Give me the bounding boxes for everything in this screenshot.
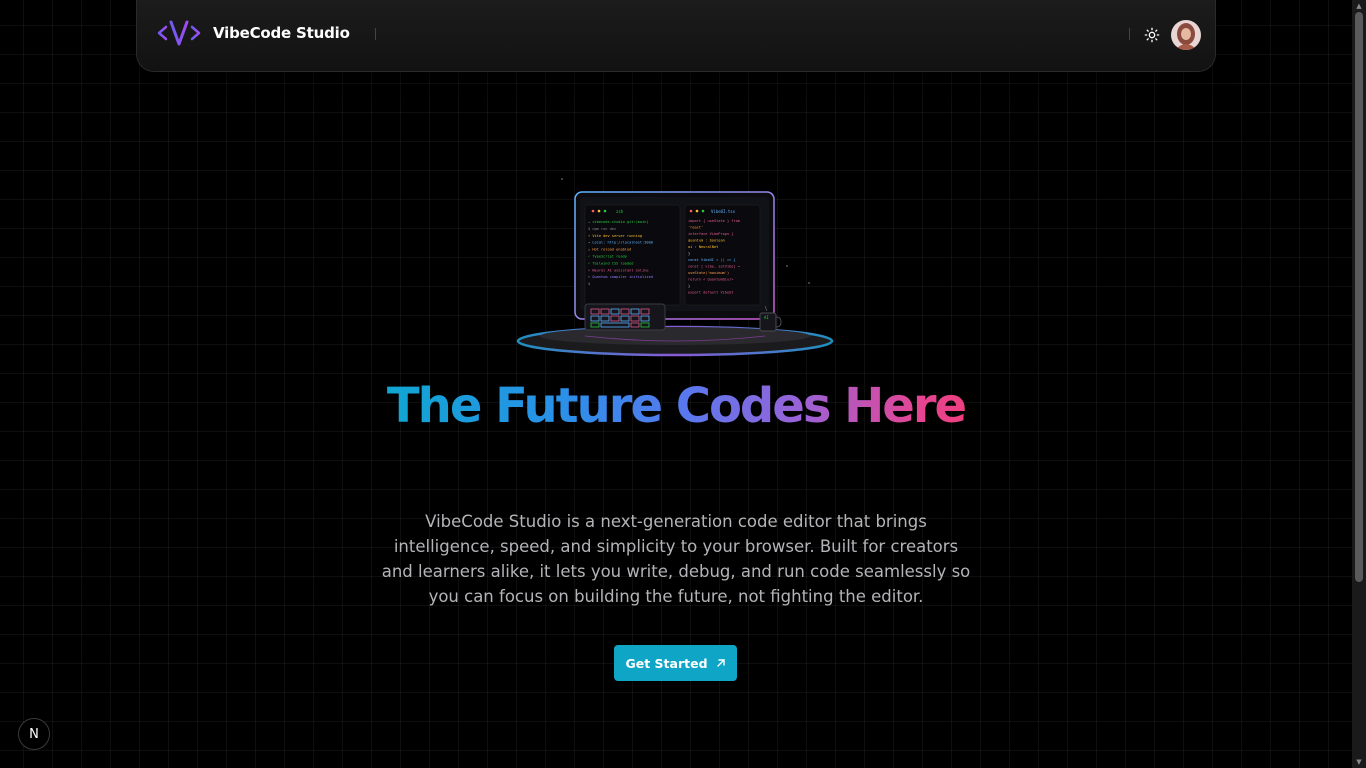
vibecode-logo-icon [157, 20, 201, 46]
user-avatar[interactable] [1171, 20, 1201, 50]
get-started-label: Get Started [625, 655, 708, 671]
scroll-down-arrow-icon[interactable]: ▼ [1355, 758, 1363, 766]
terminal-line: ⚡ Vite dev server running [588, 234, 642, 238]
hero-laptop-illustration: zsh → vibecode-studio git:(main) $ npm ru… [516, 178, 834, 357]
code-line: return < QuantumDiv/> [688, 278, 734, 282]
code-line: ai : NeuralNet [688, 245, 718, 249]
terminal-line: → vibecode-studio git:(main) [588, 220, 649, 224]
scrollbar-thumb[interactable] [1355, 12, 1363, 582]
code-line: useState('maximum') [688, 271, 729, 275]
terminal-line: ✓ Tailwind CSS loaded [588, 261, 633, 265]
terminal-tab-label: zsh [616, 209, 624, 214]
code-line: import { useState } from [688, 219, 740, 223]
arrow-up-right-icon [716, 659, 725, 667]
nextjs-dev-badge[interactable]: N [18, 718, 50, 750]
terminal-line: ⚠ Hot reload enabled [588, 248, 631, 252]
header-divider [1129, 28, 1130, 40]
code-line: } [688, 284, 690, 288]
svg-text:AI: AI [764, 315, 769, 320]
page-scrollbar[interactable]: ▲ ▼ [1352, 0, 1366, 768]
code-tab-label: VibeUI.tsx [711, 209, 736, 214]
hero-description: VibeCode Studio is a next-generation cod… [381, 512, 971, 606]
terminal-line: ⚛ Quantum compiler initialized [588, 275, 653, 279]
brand-name: VibeCode Studio [213, 24, 350, 42]
logo-link[interactable]: VibeCode Studio [157, 18, 350, 48]
code-line: export default VibeUI [688, 291, 733, 295]
code-line: const VibeUI = () => { [688, 258, 736, 262]
terminal-line: → Local: http://localhost:3000 [588, 241, 653, 245]
site-header: VibeCode Studio [136, 0, 1216, 72]
theme-toggle-button[interactable] [1141, 24, 1163, 46]
code-line: 'react' [688, 226, 703, 230]
code-line: } [688, 252, 690, 256]
terminal-line: ⚛ Neural AI assistant online [588, 268, 649, 272]
header-divider [375, 28, 376, 40]
terminal-line: ✓ TypeScript ready [588, 255, 628, 259]
terminal-line: $ [588, 282, 590, 286]
scroll-up-arrow-icon[interactable]: ▲ [1355, 2, 1363, 10]
hero-title: The Future Codes Here [386, 378, 967, 434]
sun-icon [1144, 27, 1160, 43]
keyboard [584, 303, 666, 331]
avatar-image [1171, 20, 1201, 50]
code-line: quantum : boolean [688, 239, 725, 243]
code-line: const [ vibe, setVibe] = [688, 265, 741, 269]
terminal-line: $ npm run dev [588, 227, 616, 231]
get-started-button[interactable]: Get Started [614, 645, 737, 681]
code-line: interface VibeProps { [688, 232, 733, 236]
